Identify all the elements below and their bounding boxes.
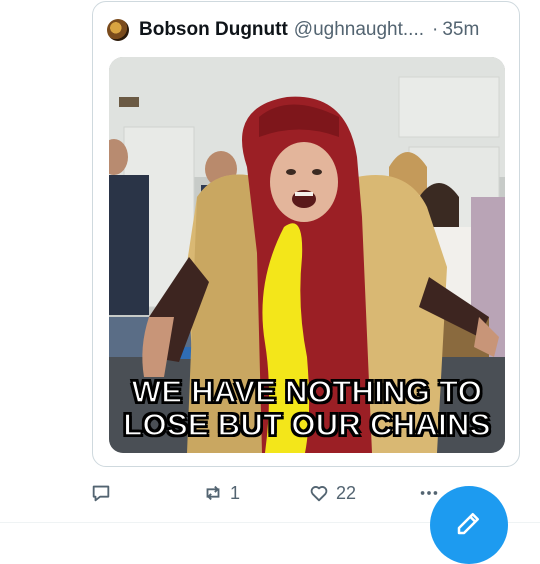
separator-dot: · (432, 19, 439, 40)
gif-caption: WE HAVE NOTHING TO LOSE BUT OUR CHAINS (109, 374, 505, 442)
gif-caption-line-1: WE HAVE NOTHING TO (131, 374, 483, 409)
post-action-bar: 1 22 (90, 478, 460, 508)
reply-button[interactable] (90, 478, 112, 508)
post-timestamp[interactable]: 35m (442, 19, 479, 41)
like-count: 22 (336, 482, 357, 503)
repost-count: 1 (230, 482, 241, 503)
author-handle[interactable]: @ughnaught.... (294, 19, 424, 41)
gif-media[interactable]: WE HAVE NOTHING TO LOSE BUT OUR CHAINS (109, 57, 505, 453)
compose-icon (457, 513, 479, 535)
reply-icon (92, 485, 110, 502)
repost-icon (206, 485, 220, 501)
heart-icon (310, 486, 328, 502)
gif-caption-line-2: LOSE BUT OUR CHAINS (123, 407, 492, 442)
quoted-post-card[interactable]: Bobson Dugnutt @ughnaught.... · 35m WE H… (92, 1, 520, 467)
avatar[interactable] (107, 19, 129, 41)
like-button[interactable]: 22 (308, 478, 356, 508)
author-display-name[interactable]: Bobson Dugnutt (139, 19, 288, 41)
compose-button[interactable] (430, 486, 508, 564)
repost-button[interactable]: 1 (202, 478, 240, 508)
more-icon (420, 491, 438, 495)
quoted-post-header: Bobson Dugnutt @ughnaught.... · 35m (107, 16, 505, 44)
